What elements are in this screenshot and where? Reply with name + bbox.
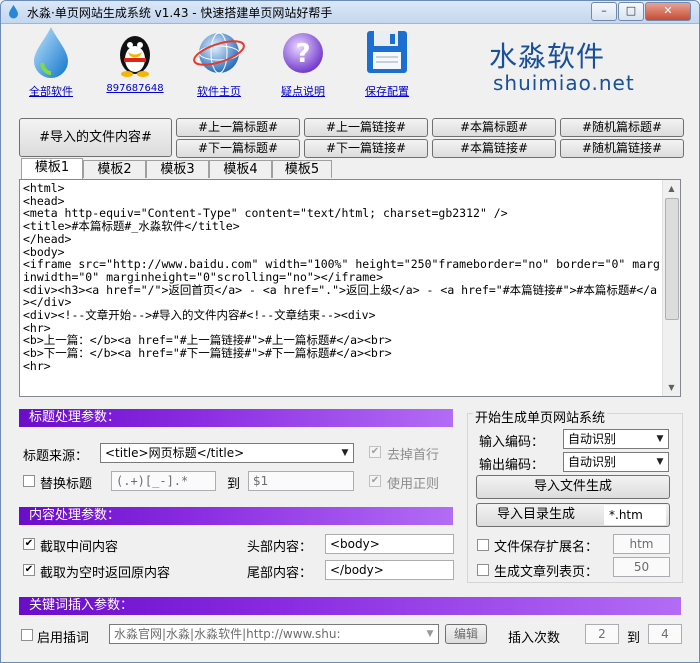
toolbar-save-config[interactable]: 保存配置: [357, 25, 417, 99]
toolbar-label[interactable]: 软件主页: [185, 83, 253, 99]
globe-icon: [193, 32, 245, 74]
title-source-select[interactable]: <title>网页标题</title> ▼: [100, 443, 354, 463]
replace-to-label: 到: [227, 477, 241, 492]
keyword-params-header: 关键词插入参数：: [19, 597, 681, 615]
template-editor[interactable]: <html> <head> <meta http-equiv="Content-…: [19, 179, 681, 397]
replace-title-checkbox[interactable]: [23, 475, 35, 487]
maximize-button[interactable]: □: [618, 2, 644, 21]
insert-count-label: 插入次数: [508, 631, 561, 646]
keyword-list-select[interactable]: 水淼官网|水淼|水淼软件|http://www.shu: ▼: [109, 624, 439, 644]
import-file-generate-button[interactable]: 导入文件生成: [476, 475, 670, 499]
save-ext-checkbox[interactable]: [477, 539, 489, 551]
toolbar-label[interactable]: 897687648: [101, 83, 169, 94]
insert-random-title-button[interactable]: #随机篇标题#: [560, 118, 684, 137]
return-full-label: 截取为空时返回原内容: [40, 566, 171, 581]
brand-name: 水淼软件: [489, 40, 606, 73]
title-bar[interactable]: 水淼·单页网站生成系统 v1.43 - 快速搭建单页网站好帮手 – □ ✕: [1, 1, 699, 24]
help-icon: ?: [283, 33, 323, 73]
toolbar-label[interactable]: 全部软件: [21, 83, 81, 99]
title-source-label: 标题来源：: [23, 449, 89, 464]
head-content-input[interactable]: <body>: [325, 534, 454, 554]
main-window: 水淼·单页网站生成系统 v1.43 - 快速搭建单页网站好帮手 – □ ✕ 全部…: [0, 0, 700, 663]
input-encoding-value: 自动识别: [568, 432, 617, 446]
dir-pattern-input[interactable]: *.htm: [604, 505, 666, 525]
title-params-header: 标题处理参数：: [19, 409, 453, 427]
tab-template-2[interactable]: 模板2: [83, 160, 146, 178]
replace-title-label: 替换标题: [40, 477, 93, 492]
tab-template-1[interactable]: 模板1: [21, 158, 83, 179]
scroll-thumb[interactable]: [665, 198, 679, 320]
insert-count-to-label: 到: [627, 631, 641, 646]
water-drop-icon: [34, 27, 68, 78]
remove-first-line-label: 去掉首行: [387, 448, 440, 463]
chevron-down-icon[interactable]: ▼: [652, 430, 668, 448]
insert-next-link-button[interactable]: #下一篇链接#: [304, 139, 428, 158]
output-encoding-label: 输出编码：: [479, 458, 545, 473]
list-count-input[interactable]: 50: [613, 557, 670, 577]
editor-scrollbar[interactable]: ▲ ▼: [662, 180, 680, 396]
tab-template-5[interactable]: 模板5: [272, 160, 332, 178]
toolbar-qq[interactable]: 897687648: [101, 25, 169, 94]
chevron-down-icon[interactable]: ▼: [652, 453, 668, 471]
toolbar-all-software[interactable]: 全部软件: [21, 25, 81, 99]
enable-keyword-label: 启用插词: [37, 631, 90, 646]
scroll-down-arrow-icon[interactable]: ▼: [663, 379, 680, 396]
use-regex-label: 使用正则: [387, 477, 440, 492]
insert-prev-link-button[interactable]: #上一篇链接#: [304, 118, 428, 137]
toolbar-label[interactable]: 保存配置: [357, 83, 417, 99]
content-params-header: 内容处理参数：: [19, 507, 453, 525]
input-encoding-select[interactable]: 自动识别 ▼: [563, 429, 669, 449]
minimize-button[interactable]: –: [591, 2, 617, 21]
gen-list-label: 生成文章列表页：: [494, 565, 599, 580]
toolbar-help[interactable]: ? 疑点说明: [273, 25, 333, 99]
brand-url: shuimiao.net: [493, 71, 635, 95]
import-dir-label: 导入目录生成: [496, 507, 575, 522]
head-content-label: 头部内容：: [247, 540, 313, 555]
insert-count-to-input[interactable]: 4: [648, 624, 682, 644]
tail-content-input[interactable]: </body>: [325, 560, 454, 580]
output-encoding-value: 自动识别: [568, 455, 617, 469]
cut-middle-label: 截取中间内容: [40, 540, 119, 555]
cut-middle-checkbox[interactable]: ✔: [23, 538, 35, 550]
save-ext-input[interactable]: htm: [613, 534, 670, 554]
tail-content-label: 尾部内容：: [247, 566, 313, 581]
qq-penguin-icon: [120, 36, 150, 77]
chevron-down-icon[interactable]: ▼: [422, 625, 438, 643]
replace-from-input[interactable]: (.+)[_-].*: [111, 471, 216, 491]
scroll-up-arrow-icon[interactable]: ▲: [663, 180, 680, 197]
insert-prev-title-button[interactable]: #上一篇标题#: [176, 118, 300, 137]
svg-text:?: ?: [295, 39, 310, 69]
use-regex-checkbox[interactable]: ✔: [369, 475, 381, 487]
close-button[interactable]: ✕: [645, 2, 691, 21]
generate-header: 开始生成单页网站系统: [473, 407, 608, 426]
remove-first-line-checkbox[interactable]: ✔: [369, 446, 381, 458]
enable-keyword-checkbox[interactable]: [21, 629, 33, 641]
insert-import-content-button[interactable]: #导入的文件内容#: [19, 118, 172, 157]
gen-list-checkbox[interactable]: [477, 564, 489, 576]
title-source-value: <title>网页标题</title>: [105, 446, 245, 460]
insert-this-title-button[interactable]: #本篇标题#: [432, 118, 556, 137]
input-encoding-label: 输入编码：: [479, 435, 545, 450]
toolbar-label[interactable]: 疑点说明: [273, 83, 333, 99]
app-water-icon: [9, 5, 18, 19]
chevron-down-icon[interactable]: ▼: [337, 444, 353, 462]
insert-count-from-input[interactable]: 2: [585, 624, 619, 644]
output-encoding-select[interactable]: 自动识别 ▼: [563, 452, 669, 472]
template-code[interactable]: <html> <head> <meta http-equiv="Content-…: [23, 182, 661, 373]
return-full-checkbox[interactable]: ✔: [23, 564, 35, 576]
insert-random-link-button[interactable]: #随机篇链接#: [560, 139, 684, 158]
replace-to-input[interactable]: $1: [248, 471, 354, 491]
insert-next-title-button[interactable]: #下一篇标题#: [176, 139, 300, 158]
keyword-list-value: 水淼官网|水淼|水淼软件|http://www.shu:: [114, 627, 341, 641]
tab-template-3[interactable]: 模板3: [146, 160, 209, 178]
toolbar-homepage[interactable]: 软件主页: [185, 25, 253, 99]
window-title: 水淼·单页网站生成系统 v1.43 - 快速搭建单页网站好帮手: [27, 6, 333, 20]
tab-template-4[interactable]: 模板4: [209, 160, 272, 178]
edit-keyword-button[interactable]: 编辑: [445, 624, 487, 644]
save-ext-label: 文件保存扩展名：: [494, 540, 599, 555]
insert-this-link-button[interactable]: #本篇链接#: [432, 139, 556, 158]
floppy-disk-icon: [367, 31, 407, 73]
